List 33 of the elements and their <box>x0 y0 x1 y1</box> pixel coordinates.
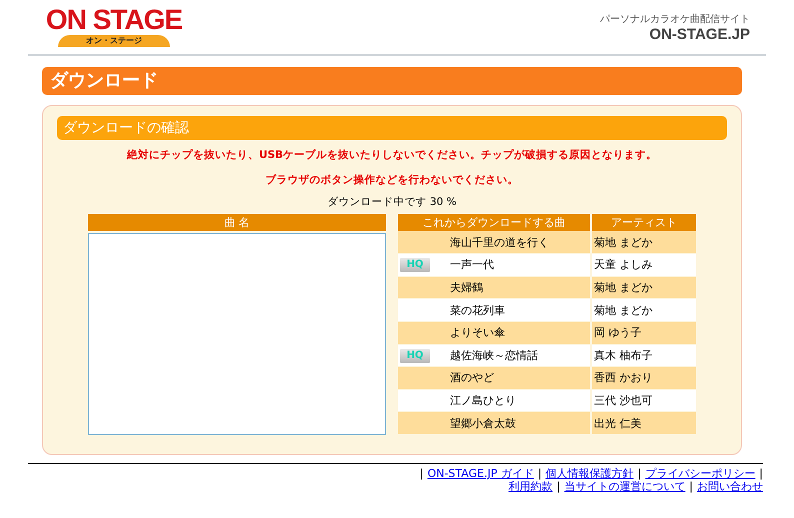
song-list-box[interactable] <box>88 233 386 435</box>
hq-badge: HQ <box>400 258 430 272</box>
table-cell: よりそい傘 <box>450 321 591 344</box>
warning-text: ブラウザのボタン操作などを行わないでください。 <box>264 173 520 188</box>
page-title-bar: ダウンロード <box>42 67 742 95</box>
logo-subtitle: オン・ステージ <box>58 35 170 47</box>
table-cell: 望郷小倉太鼓 <box>450 412 591 434</box>
footer-link[interactable]: ON-STAGE.JP ガイド <box>427 467 534 480</box>
separator-text: | <box>689 480 693 493</box>
site-tagline: パーソナルカラオケ曲配信サイト <box>600 12 750 26</box>
footer-link[interactable]: お問い合わせ <box>697 480 763 493</box>
hq-badge: HQ <box>400 348 430 363</box>
column-header: 曲 名 <box>88 214 386 231</box>
separator-text: | <box>638 467 642 480</box>
separator-text: | <box>420 467 424 480</box>
site-domain: ON-STAGE.JP <box>649 26 750 42</box>
table-cell: 出光 仁美 <box>591 412 696 434</box>
table-cell: 菜の花列車 <box>450 298 591 322</box>
separator-text: | <box>759 467 763 480</box>
footer-link[interactable]: 個人情報保護方針 <box>546 467 634 480</box>
progress-text: ダウンロード中です 30 % <box>326 195 458 210</box>
column-header: これからダウンロードする曲 <box>398 214 591 232</box>
footer-link[interactable]: 当サイトの運営について <box>564 480 686 493</box>
table-cell: 酒のやど <box>450 366 591 390</box>
separator-text: | <box>538 467 542 480</box>
footer-link[interactable]: プライバシーポリシー <box>645 467 756 480</box>
separator-text: | <box>556 480 560 493</box>
table-cell: 一声一代 <box>450 254 591 276</box>
logo-title: ON STAGE <box>46 5 182 35</box>
column-header: アーティスト <box>591 214 696 232</box>
warning-text: 絶対にチップを抜いたり、USBケーブルを抜いたりしないでください。チップが破損する原因となります。 <box>126 148 658 163</box>
section-title-bar: ダウンロードの確認 <box>57 116 727 140</box>
footer-link[interactable]: 利用約款 <box>508 480 553 493</box>
